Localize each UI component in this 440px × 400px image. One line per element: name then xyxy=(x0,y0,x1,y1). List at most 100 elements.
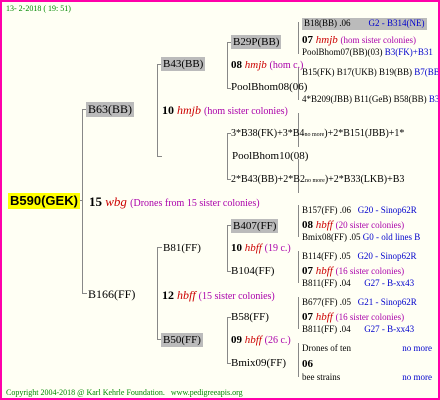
copyright: Copyright 2004-2018 @ Karl Kehrle Founda… xyxy=(6,389,243,397)
gen-number: 12 xyxy=(162,288,174,302)
node-b407[interactable]: B407(FF) xyxy=(231,219,279,234)
leaf-origin: G27 - B-xx43 xyxy=(364,278,415,288)
leaf-origin: no more xyxy=(402,372,432,382)
leaf-origin: G0 - old lines B xyxy=(362,232,421,242)
leaf-bmix08[interactable]: Bmix08(FF) .05 G0 - old lines B xyxy=(302,233,420,242)
leaf-poolbhom07[interactable]: PoolBhom07(BB)(03) B3(FK)+B31 xyxy=(302,48,433,57)
gen-text: (16 sister colonies) xyxy=(335,312,405,322)
gen-number: 09 xyxy=(231,334,242,346)
leaf-gen-07b: 07 hbff (16 sister colonies) xyxy=(302,265,404,277)
gen-text: (hom c.) xyxy=(269,60,304,71)
gen-text: (20 sister colonies) xyxy=(335,220,405,230)
node-poolbhom08[interactable]: PoolBhom08(06) xyxy=(231,82,307,93)
leaf-bee-strains[interactable]: bee strains no more xyxy=(302,373,432,382)
gen-text: (26 c.) xyxy=(264,335,291,346)
website-link[interactable]: www.pedigreeapis.org xyxy=(171,388,243,397)
leaf-id: Drones of ten xyxy=(302,343,351,353)
gen-text: (hom sister colonies) xyxy=(204,106,288,117)
gen-code: hbff xyxy=(315,219,333,231)
gen-code: hbff xyxy=(315,311,333,323)
gen-code: hbff xyxy=(244,242,262,254)
gen-text: (19 c.) xyxy=(264,243,291,254)
leaf-origin: B7(BB)B2 xyxy=(414,67,440,77)
leaf-b18[interactable]: B18(BB) .06 G2 - B314(NE) xyxy=(302,18,427,30)
leaf-id: B15(FK) B17(UKB) B19(BB) xyxy=(302,67,413,77)
leaf-origin: B3(FK)+B31 xyxy=(384,47,433,57)
gen-code: hbff xyxy=(315,265,333,277)
b43-generation: 08 hmjb (hom c.) xyxy=(231,59,303,71)
gen-number: 07 xyxy=(302,34,313,46)
gen-number: 07 xyxy=(302,265,313,277)
branch-line xyxy=(227,225,228,271)
leaf-bracket xyxy=(298,22,299,54)
node-b104[interactable]: B104(FF) xyxy=(231,266,274,277)
gen-code: hbff xyxy=(177,288,196,302)
leaf-origin: G2 - B314(NE) xyxy=(368,18,425,28)
gen-number: 08 xyxy=(302,219,313,231)
leaf-b157[interactable]: B157(FF) .06 G20 - Sinop62R xyxy=(302,206,417,215)
leaf-id: 4*B209(JBB) B11(GeB) B58(BB) xyxy=(302,94,427,104)
upper-node[interactable]: B63(BB) xyxy=(86,102,135,118)
pool10-row2: 2*B43(BB)+2*B2no more)+2*B33(LKB)+B3 xyxy=(231,174,404,185)
leaf-origin: no more xyxy=(402,343,432,353)
leaf-b15[interactable]: B15(FK) B17(UKB) B19(BB) B7(BB)B2 xyxy=(302,67,440,77)
node-b81[interactable]: B81(FF) xyxy=(161,241,203,255)
node-b43[interactable]: B43(BB) xyxy=(161,57,206,72)
gen-code: hbff xyxy=(244,334,262,346)
leaf-id: Bmix08(FF) .05 xyxy=(302,232,361,242)
lower-node[interactable]: B166(FF) xyxy=(86,287,137,302)
node-b29p[interactable]: B29P(BB) xyxy=(231,35,282,50)
gen-number: 10 xyxy=(162,103,174,117)
gen-number: 15 xyxy=(89,194,102,209)
root-generation: 15 wbg (Drones from 15 sister colonies) xyxy=(89,194,260,210)
node-b58[interactable]: B58(FF) xyxy=(231,312,269,323)
root-bee[interactable]: B590(GEK) xyxy=(8,193,80,210)
pool10-row1: 3*B38(FK)+3*B4no more)+2*B151(JBB)+1* xyxy=(231,128,404,139)
leaf-b114[interactable]: B114(FF) .05 G20 - Sinop62R xyxy=(302,252,416,261)
leaf-origin: G21 - Sinop62R xyxy=(357,297,417,307)
root-branch-line xyxy=(82,109,83,293)
branch-line xyxy=(227,42,228,88)
pool-note: no more xyxy=(304,132,325,138)
gen-number: 07 xyxy=(302,311,313,323)
leaf-id: B157(FF) .06 xyxy=(302,205,352,215)
connector xyxy=(157,156,162,157)
upper-branch-line xyxy=(157,64,158,156)
leaf-id: B18(BB) .06 xyxy=(304,18,351,28)
leaf-gen-06: 06 xyxy=(302,358,313,370)
b81-generation: 10 hbff (19 c.) xyxy=(231,242,291,254)
leaf-b209[interactable]: 4*B209(JBB) B11(GeB) B58(BB) B3 xyxy=(302,94,440,104)
leaf-bracket xyxy=(298,251,299,283)
leaf-b811[interactable]: B811(FF) .04 G27 - B-xx43 xyxy=(302,279,414,288)
copyright-text: Copyright 2004-2018 @ Karl Kehrle Founda… xyxy=(6,388,165,397)
leaf-id: B114(FF) .05 xyxy=(302,251,351,261)
branch-line xyxy=(227,317,228,363)
leaf-origin: B3 xyxy=(428,94,440,104)
gen-number: 10 xyxy=(231,242,242,254)
upper-generation: 10 hmjb (hom sister colonies) xyxy=(162,103,288,118)
gen-code: wbg xyxy=(105,194,127,209)
timestamp: 13- 2-2018 ( 19: 51) xyxy=(6,4,71,13)
leaf-bracket xyxy=(298,205,299,237)
pool-text: 2*B43(BB)+2*B2 xyxy=(231,174,305,185)
leaf-gen-07: 07 hmjb (hom sister colonies) xyxy=(302,34,416,46)
pool-text: )+2*B33(LKB)+B3 xyxy=(324,174,405,185)
node-b50[interactable]: B50(FF) xyxy=(161,333,203,348)
leaf-origin: G20 - Sinop62R xyxy=(357,205,417,215)
gen-text: (Drones from 15 sister colonies) xyxy=(130,198,260,209)
leaf-drones[interactable]: Drones of ten no more xyxy=(302,344,432,353)
leaf-id: PoolBhom07(BB)(03) xyxy=(302,47,383,57)
leaf-b811b[interactable]: B811(FF) .04 G27 - B-xx43 xyxy=(302,325,414,334)
branch-line xyxy=(227,133,228,179)
lower-generation: 12 hbff (15 sister colonies) xyxy=(162,288,275,303)
gen-code: hmjb xyxy=(244,59,267,71)
gen-code: hmjb xyxy=(177,103,201,117)
leaf-id: bee strains xyxy=(302,372,341,382)
leaf-b677[interactable]: B677(FF) .05 G21 - Sinop62R xyxy=(302,298,417,307)
pedigree-frame: 13- 2-2018 ( 19: 51) Copyright 2004-2018… xyxy=(0,0,440,400)
leaf-bracket xyxy=(298,297,299,329)
node-bmix09[interactable]: Bmix09(FF) xyxy=(231,358,286,369)
leaf-bracket xyxy=(298,343,299,377)
node-poolbhom10[interactable]: PoolBhom10(08) xyxy=(230,149,310,163)
gen-text: (hom sister colonies) xyxy=(340,35,417,45)
